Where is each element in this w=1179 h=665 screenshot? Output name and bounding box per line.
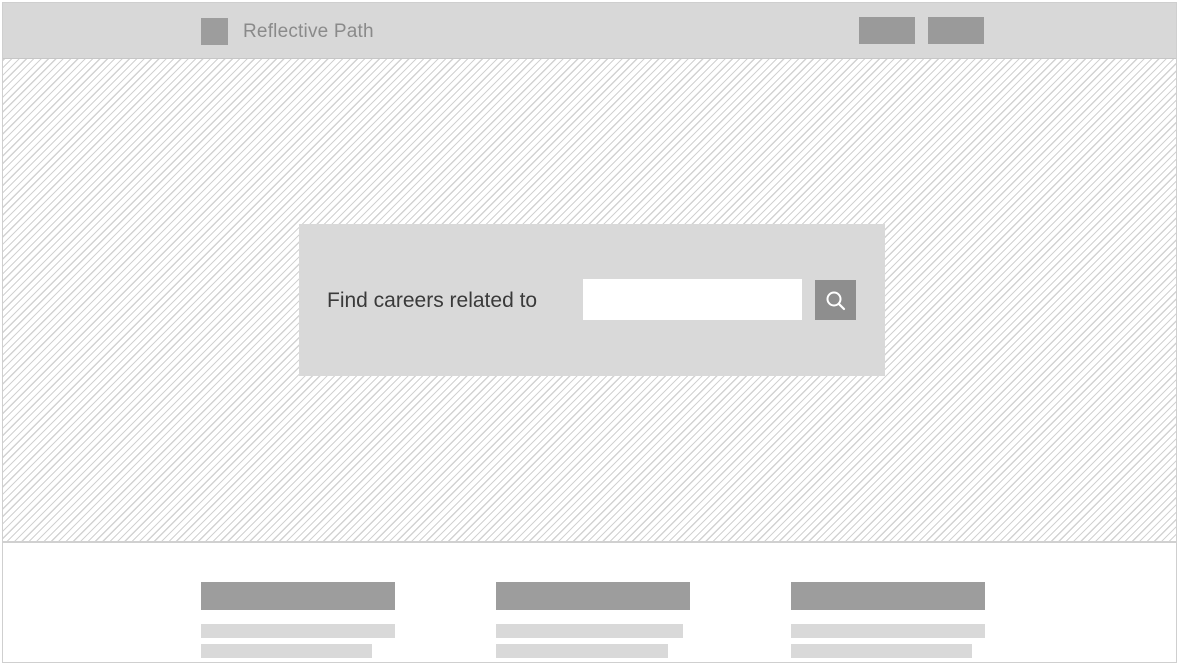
card-text-placeholder [201, 624, 395, 638]
nav-button-1[interactable] [859, 17, 915, 44]
content-card [201, 582, 397, 662]
card-text-placeholder [496, 644, 668, 658]
logo-placeholder-icon[interactable] [201, 18, 228, 45]
card-text-placeholder [791, 644, 972, 658]
card-text-placeholder [791, 624, 985, 638]
content-section [3, 543, 1176, 662]
nav-button-2[interactable] [928, 17, 984, 44]
card-text-placeholder [201, 644, 372, 658]
top-header: Reflective Path [3, 3, 1176, 59]
card-text-placeholder [496, 624, 683, 638]
hero-section: Find careers related to [3, 59, 1176, 543]
card-title-placeholder [201, 582, 395, 610]
search-button[interactable] [815, 280, 856, 320]
search-panel: Find careers related to [299, 224, 885, 376]
career-search-input[interactable] [583, 279, 802, 320]
content-card [496, 582, 692, 662]
page-frame: Reflective Path Find careers related to [2, 2, 1177, 663]
card-title-placeholder [791, 582, 985, 610]
content-card [791, 582, 987, 662]
card-title-placeholder [496, 582, 690, 610]
search-icon [826, 291, 846, 311]
brand-name[interactable]: Reflective Path [243, 19, 374, 45]
search-label: Find careers related to [327, 289, 538, 312]
